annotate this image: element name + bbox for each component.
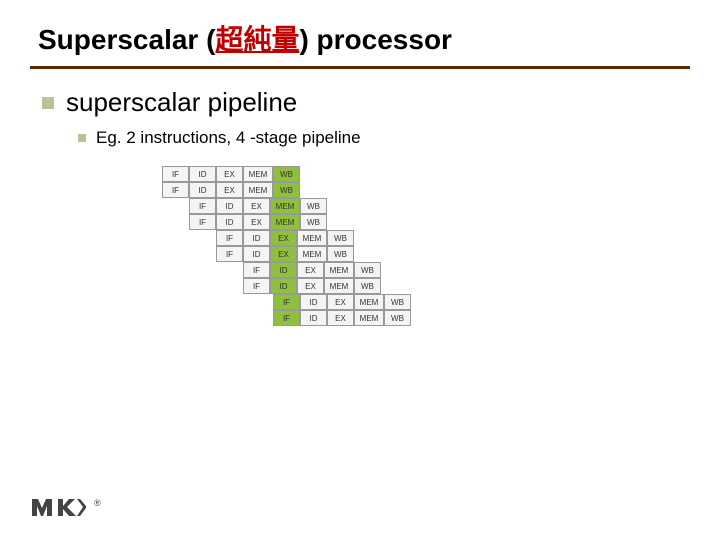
pipeline-cell-mem: MEM bbox=[324, 278, 354, 294]
pipeline-cell-ex: EX bbox=[270, 230, 297, 246]
bullet-level-1: superscalar pipeline bbox=[42, 87, 720, 118]
registered-mark: ® bbox=[94, 498, 101, 508]
pipeline-cell-id: ID bbox=[270, 262, 297, 278]
cjk-under-2: 純量 bbox=[243, 24, 299, 55]
pipeline-cell-mem: MEM bbox=[297, 230, 327, 246]
pipeline-cell-wb: WB bbox=[354, 262, 381, 278]
pipeline-cell-id: ID bbox=[216, 198, 243, 214]
slide: Superscalar (超純量) processor superscalar … bbox=[0, 0, 720, 540]
bullet-icon bbox=[42, 97, 54, 109]
pipeline-cell-ex: EX bbox=[327, 310, 354, 326]
pipeline-cell-ex: EX bbox=[270, 246, 297, 262]
pipeline-cell-mem: MEM bbox=[297, 246, 327, 262]
pipeline-cell-wb: WB bbox=[327, 230, 354, 246]
mk-logo-icon bbox=[30, 496, 90, 518]
pipeline-diagram: IFIDEXMEMWBIFIDEXMEMWBIFIDEXMEMWBIFIDEXM… bbox=[162, 166, 462, 326]
bullet-level-2: Eg. 2 instructions, 4 -stage pipeline bbox=[78, 128, 720, 148]
pipeline-cell-mem: MEM bbox=[270, 198, 300, 214]
pipeline-offset bbox=[162, 214, 189, 230]
pipeline-cell-if: IF bbox=[216, 246, 243, 262]
pipeline-row: IFIDEXMEMWB bbox=[162, 214, 462, 230]
title-cjk: 超純量 bbox=[215, 24, 299, 55]
pipeline-cell-ex: EX bbox=[297, 278, 324, 294]
pipeline-cell-wb: WB bbox=[384, 294, 411, 310]
pipeline-row: IFIDEXMEMWB bbox=[162, 198, 462, 214]
pipeline-cell-ex: EX bbox=[297, 262, 324, 278]
bullet-level-1-text: superscalar pipeline bbox=[66, 87, 297, 118]
pipeline-cell-ex: EX bbox=[243, 214, 270, 230]
publisher-logo: ® bbox=[30, 496, 101, 518]
pipeline-cell-ex: EX bbox=[216, 182, 243, 198]
pipeline-offset bbox=[162, 310, 273, 326]
pipeline-row: IFIDEXMEMWB bbox=[162, 230, 462, 246]
pipeline-cell-if: IF bbox=[243, 262, 270, 278]
pipeline-offset bbox=[162, 294, 273, 310]
pipeline-cell-if: IF bbox=[243, 278, 270, 294]
pipeline-offset bbox=[162, 230, 216, 246]
pipeline-cell-mem: MEM bbox=[324, 262, 354, 278]
pipeline-cell-mem: MEM bbox=[354, 294, 384, 310]
pipeline-cell-mem: MEM bbox=[354, 310, 384, 326]
title-pre: Superscalar ( bbox=[38, 24, 215, 55]
pipeline-cell-if: IF bbox=[189, 214, 216, 230]
pipeline-cell-wb: WB bbox=[327, 246, 354, 262]
pipeline-cell-if: IF bbox=[216, 230, 243, 246]
pipeline-cell-id: ID bbox=[300, 294, 327, 310]
pipeline-row: IFIDEXMEMWB bbox=[162, 246, 462, 262]
pipeline-offset bbox=[162, 198, 189, 214]
pipeline-cell-id: ID bbox=[300, 310, 327, 326]
pipeline-cell-if: IF bbox=[273, 294, 300, 310]
pipeline-cell-wb: WB bbox=[273, 166, 300, 182]
pipeline-row: IFIDEXMEMWB bbox=[162, 182, 462, 198]
pipeline-cell-id: ID bbox=[270, 278, 297, 294]
pipeline-row: IFIDEXMEMWB bbox=[162, 294, 462, 310]
pipeline-cell-id: ID bbox=[243, 230, 270, 246]
pipeline-cell-mem: MEM bbox=[243, 166, 273, 182]
pipeline-cell-wb: WB bbox=[300, 214, 327, 230]
slide-title: Superscalar (超純量) processor bbox=[38, 18, 720, 58]
pipeline-offset bbox=[162, 246, 216, 262]
title-area: Superscalar (超純量) processor bbox=[0, 0, 720, 64]
slide-body: superscalar pipeline Eg. 2 instructions,… bbox=[0, 69, 720, 326]
pipeline-cell-ex: EX bbox=[327, 294, 354, 310]
pipeline-offset bbox=[162, 278, 243, 294]
pipeline-cell-ex: EX bbox=[243, 198, 270, 214]
pipeline-cell-id: ID bbox=[189, 166, 216, 182]
pipeline-row: IFIDEXMEMWB bbox=[162, 278, 462, 294]
pipeline-cell-wb: WB bbox=[354, 278, 381, 294]
pipeline-row: IFIDEXMEMWB bbox=[162, 262, 462, 278]
cjk-under-1: 超 bbox=[215, 24, 243, 55]
pipeline-cell-if: IF bbox=[189, 198, 216, 214]
pipeline-cell-mem: MEM bbox=[243, 182, 273, 198]
pipeline-cell-wb: WB bbox=[273, 182, 300, 198]
pipeline-row: IFIDEXMEMWB bbox=[162, 310, 462, 326]
bullet-level-2-text: Eg. 2 instructions, 4 -stage pipeline bbox=[96, 128, 361, 148]
pipeline-row: IFIDEXMEMWB bbox=[162, 166, 462, 182]
pipeline-offset bbox=[162, 262, 243, 278]
title-post: ) processor bbox=[299, 24, 452, 55]
pipeline-cell-wb: WB bbox=[384, 310, 411, 326]
bullet-icon bbox=[78, 134, 86, 142]
pipeline-cell-id: ID bbox=[189, 182, 216, 198]
pipeline-cell-mem: MEM bbox=[270, 214, 300, 230]
pipeline-cell-id: ID bbox=[243, 246, 270, 262]
pipeline-cell-if: IF bbox=[162, 182, 189, 198]
pipeline-cell-if: IF bbox=[162, 166, 189, 182]
pipeline-cell-if: IF bbox=[273, 310, 300, 326]
pipeline-cell-ex: EX bbox=[216, 166, 243, 182]
pipeline-cell-wb: WB bbox=[300, 198, 327, 214]
pipeline-cell-id: ID bbox=[216, 214, 243, 230]
